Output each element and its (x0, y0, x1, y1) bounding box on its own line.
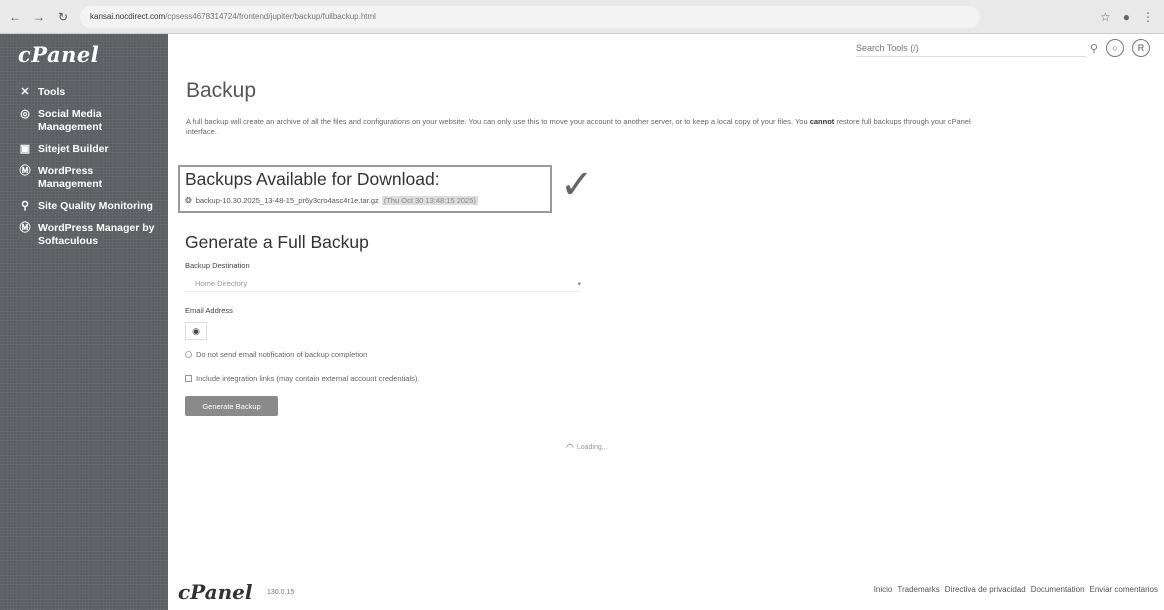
extensions-icon[interactable]: ● (1123, 10, 1130, 24)
integration-links-label: Include integration links (may contain e… (196, 374, 420, 383)
backup-filename[interactable]: backup-10.30.2025_13-48-15_pr6y3cro4asc4… (196, 196, 379, 205)
loading-text: Loading... (576, 444, 608, 451)
sitejet-icon: ▣ (19, 143, 31, 155)
wordpress-icon: Ⓜ (19, 165, 31, 177)
footer-links: Inicio Trademarks Directiva de privacida… (874, 585, 1158, 594)
social-media-icon: ◎ (20, 108, 30, 120)
search-tools-input[interactable] (855, 39, 1086, 57)
backup-date: (Thu Oct 30 13:48:15 2025) (381, 196, 478, 205)
backup-destination-select[interactable]: Home Directory ▾ (185, 276, 581, 292)
sidebar-item-wordpress-management[interactable]: Ⓜ WordPress Management (0, 165, 168, 191)
sidebar-item-label: Tools (38, 86, 66, 98)
sidebar-item-social-media[interactable]: ◎ Social Media Management (0, 108, 168, 134)
sidebar-item-label: Sitejet Builder (38, 143, 109, 155)
email-address-label: Email Address (185, 306, 233, 315)
top-bar: ⚲ ○ R (168, 34, 1164, 62)
sidebar-item-wordpress-softaculous[interactable]: Ⓜ WordPress Manager by Softaculous (0, 222, 168, 248)
sidebar-item-site-quality[interactable]: ⚲ Site Quality Monitoring (0, 200, 168, 213)
footer-cpanel-logo: cPanel (178, 580, 253, 604)
search-icon[interactable]: ⚲ (1090, 42, 1098, 55)
generate-backup-button[interactable]: Generate Backup (185, 396, 278, 416)
no-email-radio[interactable] (185, 351, 192, 358)
page-description: A full backup will create an archive of … (186, 117, 976, 137)
footer-link-feedback[interactable]: Enviar comentarios (1090, 585, 1158, 594)
checkmark-icon: ✓ (560, 162, 594, 208)
integration-links-checkbox[interactable] (185, 375, 192, 382)
sidebar-item-sitejet[interactable]: ▣ Sitejet Builder (0, 143, 168, 156)
footer-link-trademarks[interactable]: Trademarks (897, 585, 939, 594)
star-icon[interactable]: ☆ (1100, 10, 1111, 24)
sidebar-item-tools[interactable]: ✕ Tools (0, 86, 168, 99)
loading-indicator: ◠ Loading... (566, 442, 608, 453)
no-email-option[interactable]: Do not send email notification of backup… (185, 350, 367, 359)
tools-icon: ✕ (20, 86, 30, 98)
reload-icon[interactable]: ↻ (54, 8, 72, 26)
sidebar: cPanel ✕ Tools ◎ Social Media Management… (0, 34, 168, 610)
address-bar[interactable]: kansai.nocdirect.com /cpsess4678314724/f… (80, 5, 980, 28)
description-text: A full backup will create an archive of … (186, 117, 810, 126)
browser-toolbar: ← → ↻ kansai.nocdirect.com /cpsess467831… (0, 0, 1164, 34)
sidebar-item-label: WordPress Management (38, 165, 103, 190)
sidebar-item-label: WordPress Manager by Softaculous (38, 222, 155, 247)
footer-link-privacy[interactable]: Directiva de privacidad (945, 585, 1026, 594)
search-icon: ⚲ (20, 200, 30, 212)
forward-icon[interactable]: → (30, 8, 48, 26)
menu-icon[interactable]: ⋮ (1142, 10, 1154, 24)
no-email-label: Do not send email notification of backup… (196, 350, 368, 359)
url-path: /cpsess4678314724/frontend/jupiter/backu… (165, 12, 376, 21)
generate-backup-title: Generate a Full Backup (185, 232, 369, 252)
email-radio-selected[interactable]: ◉ (185, 322, 207, 340)
chevron-down-icon: ▾ (577, 280, 581, 288)
main-content: ⚲ ○ R Backup A full backup will create a… (168, 34, 1164, 610)
wordpress-icon: Ⓜ (19, 222, 31, 234)
integration-links-option[interactable]: Include integration links (may contain e… (185, 374, 419, 383)
footer-link-documentation[interactable]: Documentation (1031, 585, 1085, 594)
spinner-icon: ◠ (566, 442, 574, 452)
backup-destination-label: Backup Destination (185, 261, 250, 270)
back-icon[interactable]: ← (6, 8, 24, 26)
download-icon: ❂ (185, 196, 192, 205)
footer-link-inicio[interactable]: Inicio (874, 585, 893, 594)
cpanel-logo[interactable]: cPanel (0, 34, 168, 86)
footer-version: 130.0.15 (267, 589, 295, 596)
backup-download-link[interactable]: ❂ backup-10.30.2025_13-48-15_pr6y3cro4as… (185, 196, 478, 205)
sidebar-item-label: Social Media Management (38, 108, 103, 133)
backup-destination-value: Home Directory (195, 279, 248, 288)
user-icon[interactable]: R (1132, 39, 1150, 57)
sidebar-item-label: Site Quality Monitoring (38, 200, 153, 212)
page-title: Backup (186, 79, 257, 102)
description-emphasis: cannot (809, 117, 835, 126)
notifications-icon[interactable]: ○ (1106, 39, 1124, 57)
url-host: kansai.nocdirect.com (90, 12, 166, 21)
backups-available-title: Backups Available for Download: (185, 169, 440, 189)
